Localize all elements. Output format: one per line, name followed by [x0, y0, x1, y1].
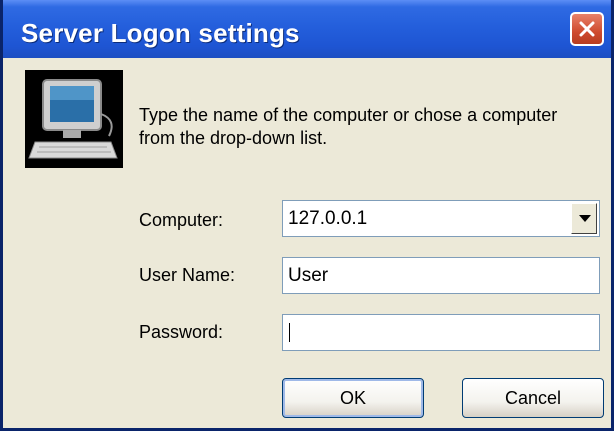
- cancel-button[interactable]: Cancel: [462, 378, 604, 418]
- dropdown-button[interactable]: [571, 203, 597, 234]
- chevron-down-icon: [579, 215, 591, 222]
- title-bar[interactable]: Server Logon settings: [3, 0, 611, 58]
- instruction-text: Type the name of the computer or chose a…: [139, 105, 558, 148]
- text-caret: [289, 323, 290, 342]
- password-label: Password:: [139, 322, 224, 342]
- computer-value: 127.0.0.1: [288, 208, 368, 229]
- password-input[interactable]: [282, 314, 600, 351]
- server-logon-dialog: Server Logon settings Type the name of t…: [0, 0, 614, 431]
- dialog-title: Server Logon settings: [21, 18, 300, 48]
- username-input[interactable]: [282, 257, 600, 294]
- username-label: User Name:: [139, 265, 236, 285]
- computer-label: Computer:: [139, 210, 224, 230]
- computer-combobox[interactable]: 127.0.0.1: [282, 200, 600, 237]
- computer-icon: [25, 70, 123, 168]
- ok-button[interactable]: OK: [282, 378, 424, 418]
- close-button[interactable]: [570, 12, 604, 46]
- close-icon: [579, 21, 595, 37]
